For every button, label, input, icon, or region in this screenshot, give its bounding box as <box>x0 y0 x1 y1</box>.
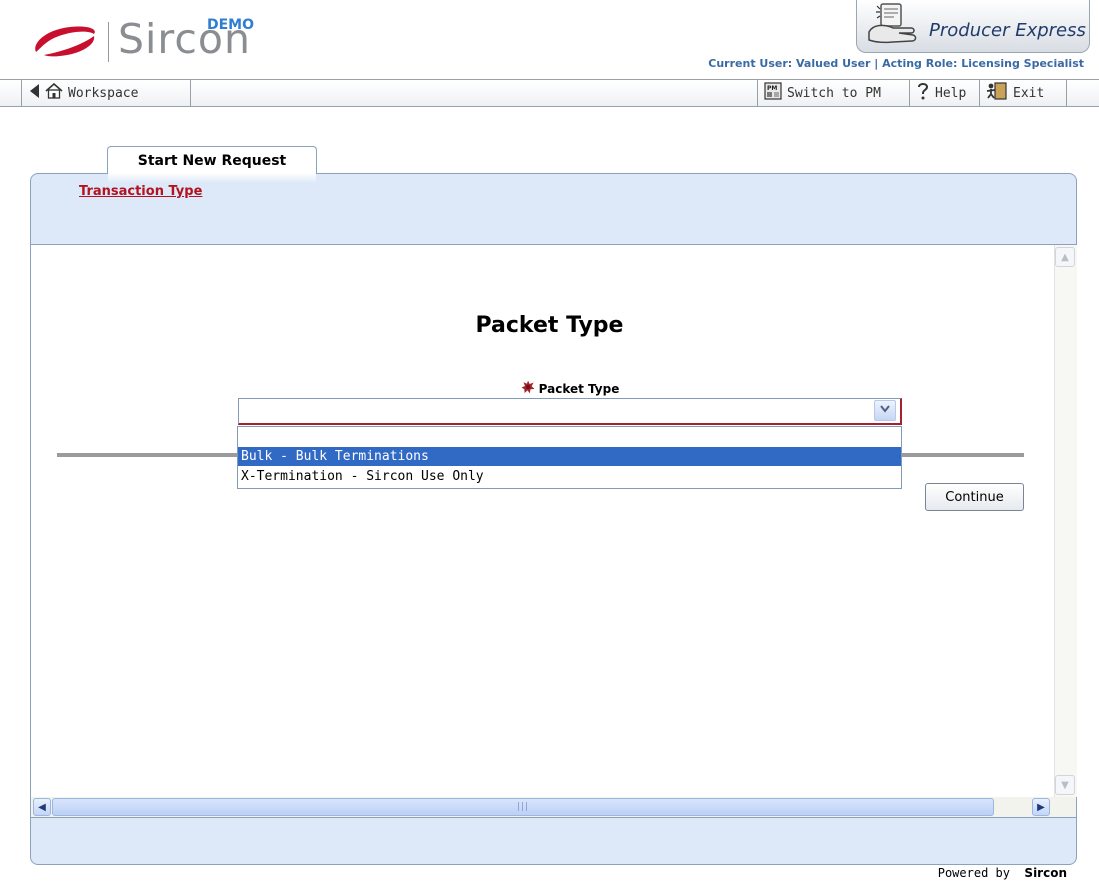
chevron-down-icon <box>880 405 890 416</box>
packet-type-dropdown-button[interactable] <box>874 400 896 421</box>
user-info: Current User: Valued User | Acting Role:… <box>708 57 1084 70</box>
exit-button[interactable]: Exit <box>979 80 1067 106</box>
hand-document-icon <box>863 2 921 52</box>
packet-type-label-text: Packet Type <box>538 381 620 396</box>
option-bulk-terminations[interactable]: Bulk - Bulk Terminations <box>238 447 901 466</box>
product-badge: Producer Express <box>856 0 1090 53</box>
continue-button[interactable]: Continue <box>925 483 1024 511</box>
svg-text:PM: PM <box>767 85 777 92</box>
chevron-down-icon: ▼ <box>1061 779 1069 791</box>
switch-to-pm-label: Switch to PM <box>787 85 881 101</box>
scroll-right-button[interactable]: ▶ <box>1032 798 1050 816</box>
question-mark-icon <box>916 82 930 104</box>
home-icon <box>45 82 63 103</box>
scroll-down-button[interactable]: ▼ <box>1055 775 1075 795</box>
toolbar: Workspace PM Switch to PM Help Exit <box>0 79 1099 107</box>
chevron-right-icon: ▶ <box>1037 801 1045 813</box>
demo-badge: DEMO <box>207 17 255 33</box>
footer-panel <box>30 817 1077 865</box>
powered-by-prefix: Powered by <box>937 866 1010 880</box>
scroll-left-button[interactable]: ◀ <box>33 798 51 816</box>
tab-start-new-request[interactable]: Start New Request <box>107 146 317 174</box>
packet-type-label: Packet Type <box>0 380 1099 397</box>
tab-connector <box>108 173 316 183</box>
powered-by-brand: Sircon <box>1024 866 1067 880</box>
horizontal-scroll-thumb[interactable]: ||| <box>52 798 994 816</box>
help-button[interactable]: Help <box>909 80 979 106</box>
exit-door-icon <box>986 82 1008 104</box>
logo-divider <box>108 22 109 62</box>
workspace-button[interactable]: Workspace <box>21 80 191 106</box>
powered-by: Powered by Sircon <box>860 866 1067 880</box>
grip-icon: ||| <box>516 802 530 812</box>
chevron-left-icon: ◀ <box>38 801 46 813</box>
required-marker-icon <box>521 380 535 397</box>
chevron-up-icon: ▲ <box>1061 251 1069 263</box>
product-name: Producer Express <box>929 20 1086 41</box>
exit-label: Exit <box>1013 85 1045 101</box>
page-title: Packet Type <box>475 313 624 338</box>
sircon-swoosh-icon <box>30 22 100 62</box>
switch-to-pm-button[interactable]: PM Switch to PM <box>757 80 909 106</box>
breadcrumb-transaction-type-link[interactable]: Transaction Type <box>79 184 202 199</box>
option-blank[interactable] <box>238 427 901 446</box>
scroll-up-button[interactable]: ▲ <box>1055 247 1075 267</box>
help-label: Help <box>935 85 967 101</box>
pm-icon: PM <box>764 82 782 104</box>
packet-type-select[interactable] <box>238 398 902 425</box>
option-x-termination[interactable]: X-Termination - Sircon Use Only <box>238 467 901 486</box>
workspace-label: Workspace <box>68 85 139 101</box>
back-arrow-icon <box>28 83 40 103</box>
packet-type-options-list: Bulk - Bulk Terminations X-Termination -… <box>237 426 902 489</box>
